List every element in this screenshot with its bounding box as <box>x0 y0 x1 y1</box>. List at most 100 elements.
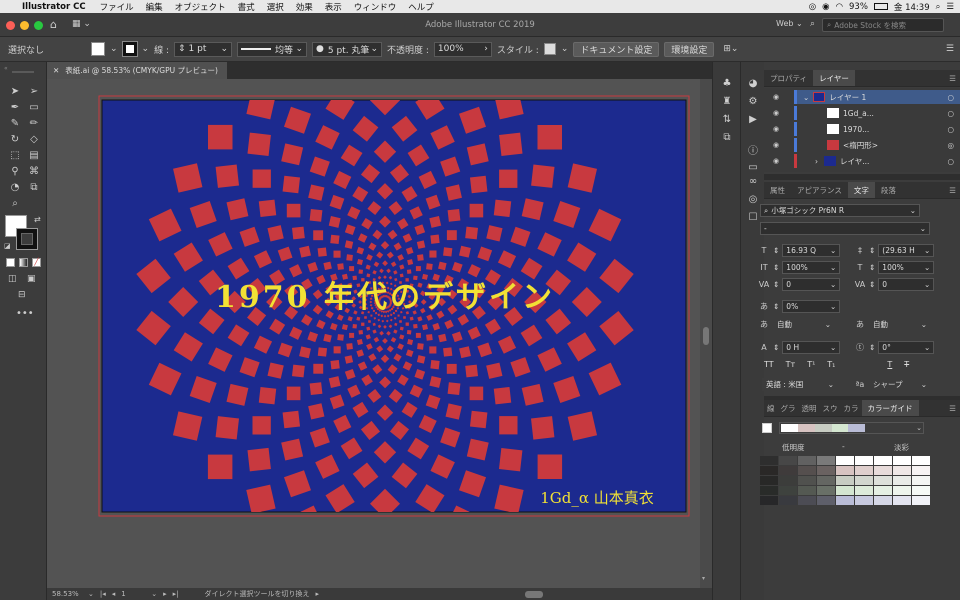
color-variation-swatch[interactable] <box>855 466 873 475</box>
graphic-style-swatch[interactable] <box>543 43 556 55</box>
layer-target-icon[interactable]: ○ <box>947 125 954 134</box>
menu-type[interactable]: 書式 <box>232 1 261 13</box>
color-variation-swatch[interactable] <box>855 456 873 465</box>
adobe-stock-search-input[interactable]: ⌕ Adobe Stock を検索 <box>822 18 944 32</box>
arrange-documents-icon[interactable]: ▦ ⌄ <box>72 19 91 29</box>
rectangle-tool-icon[interactable]: ▭ <box>27 100 41 114</box>
layer-row[interactable]: <楕円形> ◎ <box>794 138 960 152</box>
next-artboard-icon[interactable]: ▸ <box>163 590 167 598</box>
menu-view[interactable]: 表示 <box>319 1 348 13</box>
color-variation-swatch[interactable] <box>817 486 835 495</box>
visibility-eye-icon[interactable]: ◉ <box>770 138 782 152</box>
color-variation-swatch[interactable] <box>779 496 797 505</box>
swap-fill-stroke-icon[interactable]: ⇄ <box>34 215 41 224</box>
rotate-tool-icon[interactable]: ↻ <box>8 132 22 146</box>
document-setup-button[interactable]: ドキュメント設定 <box>573 41 660 57</box>
links-icon[interactable]: ∞ <box>745 174 761 188</box>
collapse-panel-icon[interactable]: « <box>4 65 8 72</box>
panel-divider[interactable] <box>764 174 960 180</box>
home-icon[interactable]: ⌂ <box>50 18 57 31</box>
panel-grip[interactable] <box>12 71 34 73</box>
layer-name[interactable]: レイヤ... <box>840 156 869 167</box>
layer-target-icon[interactable]: ○ <box>947 109 954 118</box>
layer-name[interactable]: 1970... <box>843 125 869 134</box>
fill-swatch[interactable] <box>91 42 105 56</box>
blend-tool-icon[interactable]: ⌘ <box>27 164 41 178</box>
app-menu[interactable]: Illustrator CC <box>16 2 94 12</box>
visibility-eye-icon[interactable]: ◉ <box>770 106 782 120</box>
direct-selection-tool-icon[interactable]: ➢ <box>27 84 41 98</box>
color-variation-swatch[interactable] <box>760 466 778 475</box>
color-variation-swatch[interactable] <box>912 476 930 485</box>
color-variation-swatch[interactable] <box>874 486 892 495</box>
zoom-tool-icon[interactable]: ⌕ <box>8 196 22 210</box>
notification-center-icon[interactable]: ☰ <box>946 2 954 12</box>
color-variation-swatch[interactable] <box>912 486 930 495</box>
color-variation-swatch[interactable] <box>912 456 930 465</box>
color-variation-swatch[interactable] <box>798 466 816 475</box>
color-variation-swatch[interactable] <box>893 456 911 465</box>
stepper-icon[interactable]: ⇕ <box>869 246 875 255</box>
spotlight-icon[interactable]: ⌕ <box>936 2 941 12</box>
tab-attributes[interactable]: 属性 <box>764 182 791 198</box>
antialias-field[interactable]: シャープ ⌄ <box>869 378 931 391</box>
artwork-signature-text[interactable]: 1Gd_α 山本真衣 <box>540 489 654 507</box>
brush-definition[interactable]: ● 5 pt. 丸筆 ⌄ <box>312 41 382 57</box>
actions-play-icon[interactable]: ▶ <box>745 112 761 126</box>
color-variation-swatch[interactable] <box>798 476 816 485</box>
screen-mode-icon[interactable]: ▣ <box>27 274 36 284</box>
font-family-field[interactable]: ⌕ 小塚ゴシック Pr6N R ⌄ <box>760 204 920 217</box>
color-mode-icon[interactable] <box>6 258 15 267</box>
fill-dropdown-icon[interactable]: ⌄ <box>110 44 118 54</box>
tab-color-guide[interactable]: カラーガイド <box>861 400 919 416</box>
artboard-tool-icon[interactable]: ⧉ <box>27 180 41 194</box>
layer-row[interactable]: › レイヤ... ○ <box>794 154 960 168</box>
close-tab-icon[interactable]: ✕ <box>53 66 59 75</box>
color-variation-swatch[interactable] <box>798 456 816 465</box>
layer-row[interactable]: ⌄ レイヤー 1 ○ <box>794 90 960 104</box>
layers-panel-menu-icon[interactable]: ☰ <box>949 70 960 86</box>
color-variation-swatch[interactable] <box>779 456 797 465</box>
menu-file[interactable]: ファイル <box>94 1 140 13</box>
stepper-icon[interactable]: ⇕ <box>773 280 779 289</box>
color-variation-swatch[interactable] <box>893 466 911 475</box>
shape-builder-tool-icon[interactable]: ◔ <box>8 180 22 194</box>
style-label[interactable]: スタイル : <box>497 43 539 56</box>
paintbrush-tool-icon[interactable]: ✎ <box>8 116 22 130</box>
tsume-field[interactable]: 0% ⌄ <box>782 300 841 313</box>
color-variation-swatch[interactable] <box>855 476 873 485</box>
color-variation-swatch[interactable] <box>798 496 816 505</box>
stepper-icon[interactable]: ⇕ <box>869 263 875 272</box>
color-variation-swatch[interactable] <box>893 476 911 485</box>
chevron-down-icon[interactable]: ⌄ <box>561 44 569 54</box>
properties-gear-icon[interactable]: ⚙ <box>745 94 761 108</box>
underline-button[interactable]: T <box>887 360 892 369</box>
leading-field[interactable]: (29.63 H ⌄ <box>878 244 935 257</box>
edit-toolbar-icon[interactable]: ••• <box>16 308 34 319</box>
preferences-button[interactable]: 環境設定 <box>664 41 715 57</box>
font-style-field[interactable]: - ⌄ <box>760 222 930 235</box>
stepper-icon[interactable]: ⇕ <box>773 302 779 311</box>
opacity-label[interactable]: 不透明度 : <box>387 43 429 56</box>
canvas-area[interactable]: 1970 年代のデザイン 1Gd_α 山本真衣 <box>47 79 700 588</box>
default-colors-icon[interactable]: ◪ <box>4 242 11 250</box>
layer-target-icon[interactable]: ○ <box>947 157 954 166</box>
color-variation-swatch[interactable] <box>893 486 911 495</box>
color-variation-swatch[interactable] <box>855 486 873 495</box>
stroke-label[interactable]: 線 : <box>154 43 169 56</box>
layer-row[interactable]: 1Gd_a... ○ <box>794 106 960 120</box>
battery-icon[interactable] <box>873 3 888 10</box>
color-guide-variations-grid[interactable] <box>760 456 930 506</box>
stepper-icon[interactable]: ⇕ <box>773 343 779 352</box>
aki-right-field[interactable]: 自動 ⌄ <box>869 318 931 331</box>
eyedropper-tool-icon[interactable]: ⚲ <box>8 164 22 178</box>
selection-tool-icon[interactable]: ➤ <box>8 84 22 98</box>
strikethrough-button[interactable]: T <box>904 360 909 369</box>
stepper-icon[interactable]: ⇕ <box>869 280 875 289</box>
stroke-color-large-swatch[interactable] <box>16 228 38 250</box>
font-size-field[interactable]: 16.93 Q ⌄ <box>782 244 841 257</box>
first-artboard-icon[interactable]: |◂ <box>100 590 106 598</box>
color-variation-swatch[interactable] <box>836 476 854 485</box>
pen-tool-icon[interactable]: ✒ <box>8 100 22 114</box>
stepper-icon[interactable]: ⇕ <box>773 246 779 255</box>
